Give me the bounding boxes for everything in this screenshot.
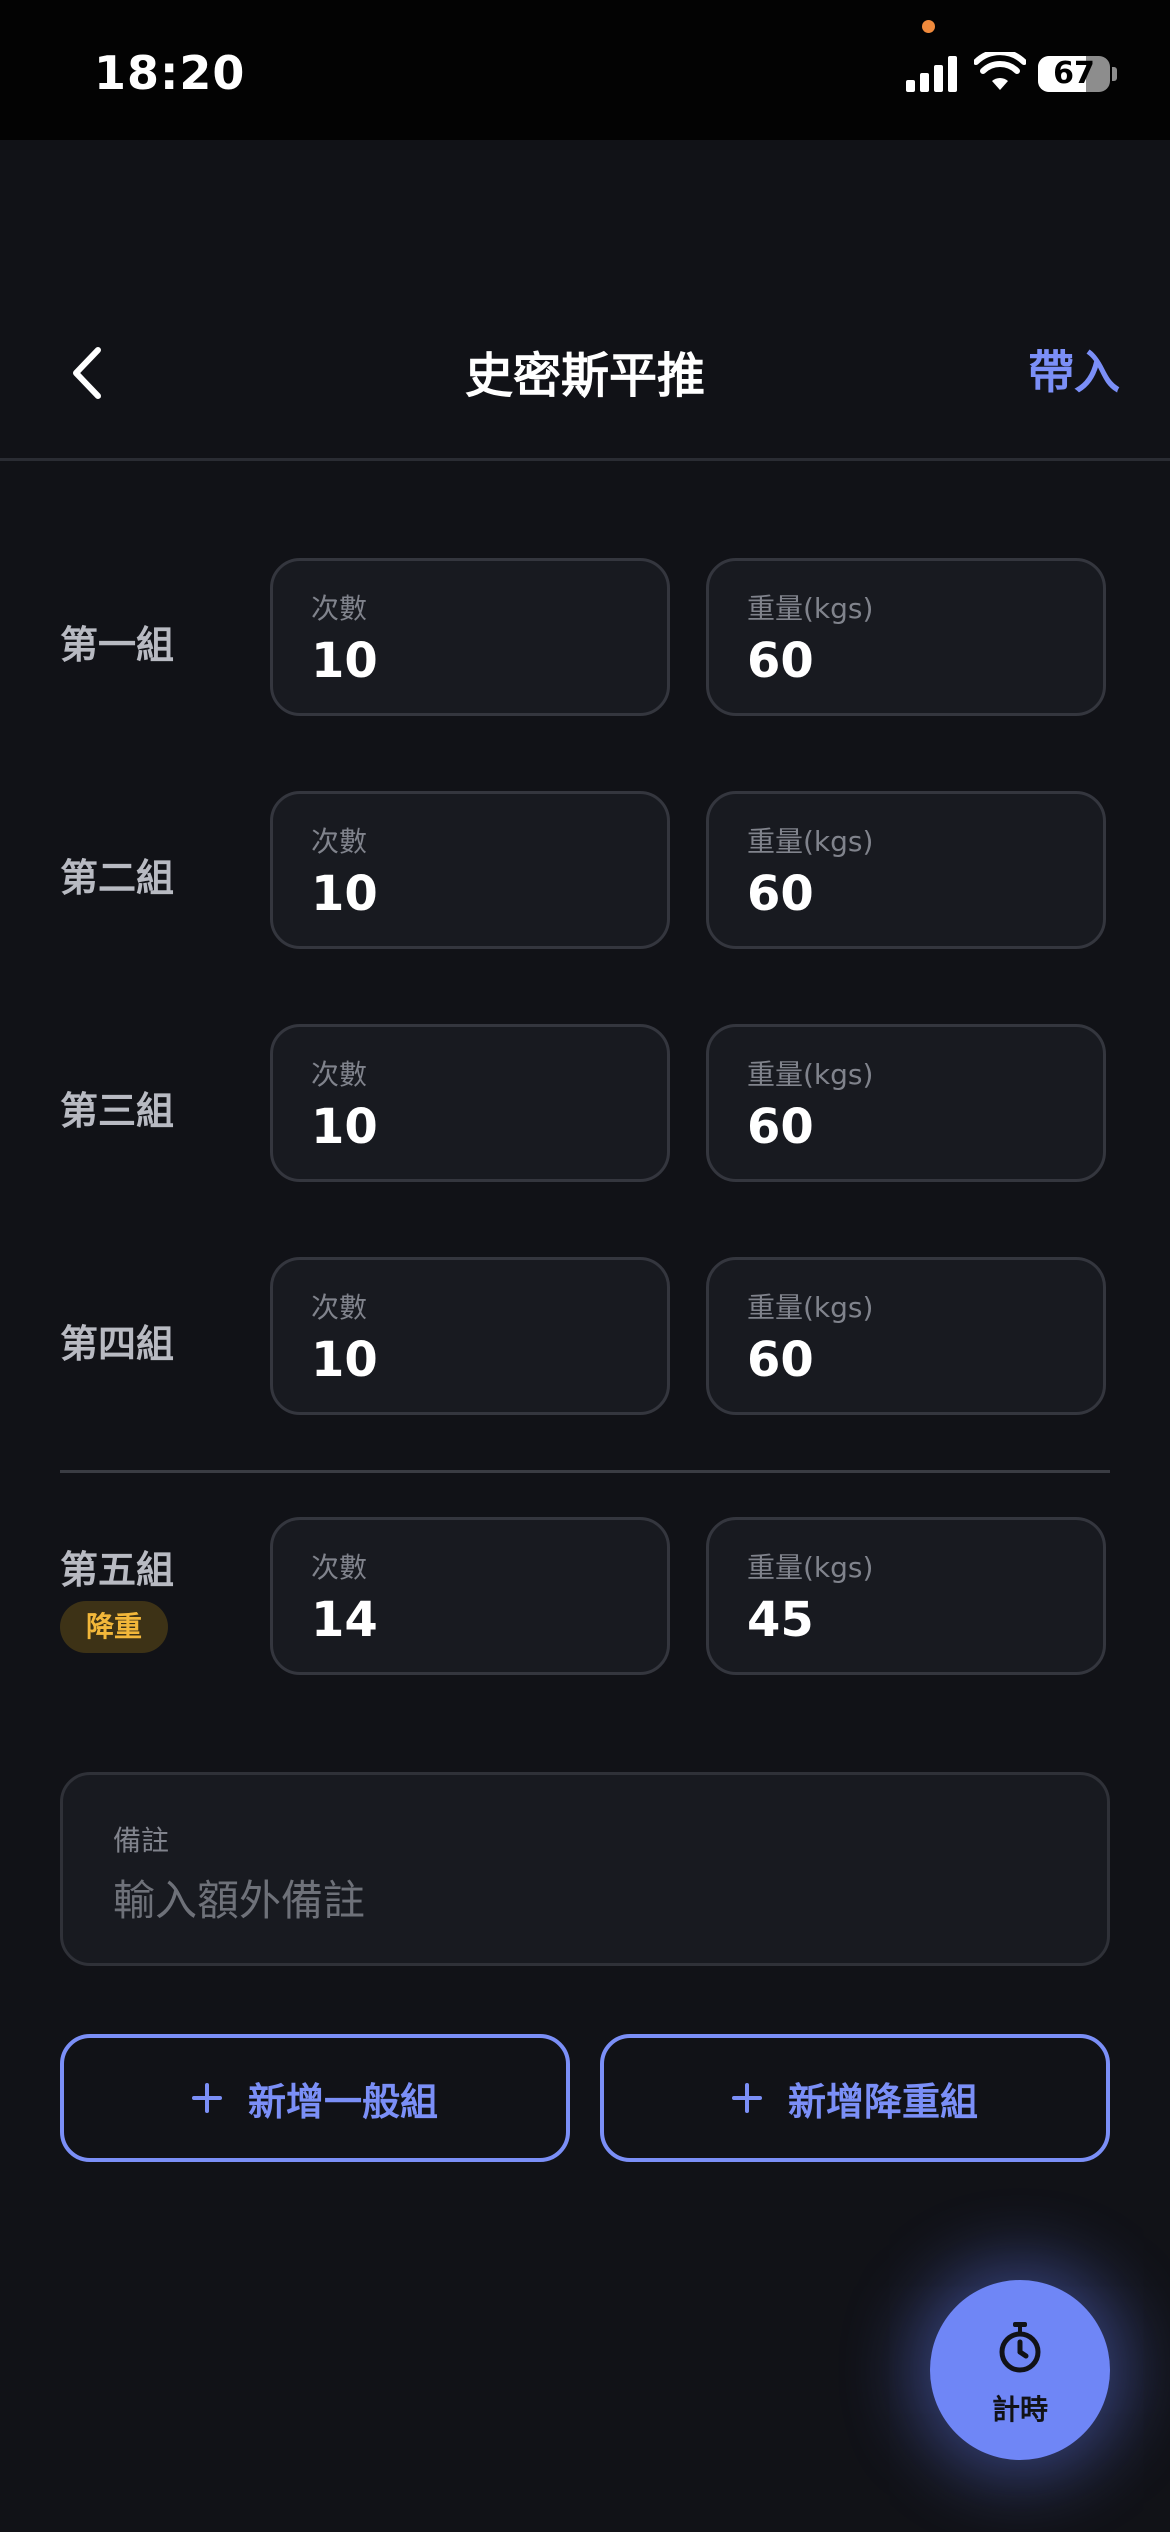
timer-label: 計時: [991, 2393, 1048, 2426]
weight-label: 重量(kgs): [747, 1551, 874, 1584]
timer-button[interactable]: 計時: [930, 2280, 1110, 2460]
add-drop-set-label: 新增降重組: [787, 2079, 978, 2124]
stopwatch-icon: [999, 2322, 1041, 2373]
status-time: 18:20: [94, 46, 246, 100]
set-label: 第二組: [60, 856, 175, 900]
plus-icon: [731, 2083, 762, 2113]
weight-label: 重量(kgs): [747, 1291, 874, 1324]
reps-field[interactable]: 次數 10: [270, 558, 670, 716]
reps-field[interactable]: 次數 10: [270, 791, 670, 949]
set-row: 第一組 次數 10 重量(kgs) 60: [0, 558, 1170, 720]
reps-label: 次數: [311, 592, 368, 625]
weight-field[interactable]: 重量(kgs) 60: [706, 558, 1106, 716]
reps-value: 10: [311, 1099, 378, 1155]
weight-label: 重量(kgs): [747, 592, 874, 625]
set-label: 第三組: [60, 1089, 175, 1133]
reps-label: 次數: [311, 1291, 368, 1324]
weight-value: 60: [747, 866, 814, 922]
weight-value: 60: [747, 1099, 814, 1155]
import-button[interactable]: 帶入: [1028, 336, 1120, 402]
reps-value: 10: [311, 1332, 378, 1388]
set-row: 第三組 次數 10 重量(kgs) 60: [0, 1024, 1170, 1186]
cellular-signal-icon: [906, 56, 958, 92]
set-label: 第五組: [60, 1548, 175, 1592]
nav-header: 史密斯平推 帶入: [0, 300, 1170, 460]
weight-value: 60: [747, 1332, 814, 1388]
set-label: 第一組: [60, 623, 175, 667]
reps-value: 10: [311, 866, 378, 922]
weight-field[interactable]: 重量(kgs) 60: [706, 1024, 1106, 1182]
notes-label: 備註: [113, 1824, 170, 1857]
weight-field[interactable]: 重量(kgs) 60: [706, 1257, 1106, 1415]
weight-value: 60: [747, 633, 814, 689]
add-normal-set-button[interactable]: 新增一般組: [60, 2034, 570, 2162]
weight-field[interactable]: 重量(kgs) 45: [706, 1517, 1106, 1675]
notes-placeholder: 輸入額外備註: [113, 1876, 366, 1925]
screen: 18:20 67 史密斯平推 帶入 第一組 次數 10 重量(kgs) 60 第…: [0, 0, 1170, 2532]
reps-field[interactable]: 次數 14: [270, 1517, 670, 1675]
weight-field[interactable]: 重量(kgs) 60: [706, 791, 1106, 949]
battery-icon: 67: [1038, 56, 1110, 92]
drop-set-badge: 降重: [60, 1601, 168, 1653]
reps-label: 次數: [311, 1551, 368, 1584]
set-row: 第二組 次數 10 重量(kgs) 60: [0, 791, 1170, 953]
set-row: 第四組 次數 10 重量(kgs) 60: [0, 1257, 1170, 1419]
weight-label: 重量(kgs): [747, 825, 874, 858]
weight-value: 45: [747, 1592, 814, 1648]
privacy-indicator-dot: [922, 20, 935, 33]
wifi-icon: [974, 52, 1026, 90]
plus-icon: [191, 2083, 222, 2113]
reps-label: 次數: [311, 825, 368, 858]
weight-label: 重量(kgs): [747, 1058, 874, 1091]
chevron-left-icon: [73, 347, 101, 399]
set-label: 第四組: [60, 1322, 175, 1366]
reps-field[interactable]: 次數 10: [270, 1257, 670, 1415]
reps-value: 10: [311, 633, 378, 689]
battery-nub: [1112, 67, 1117, 81]
battery-percentage: 67: [1053, 56, 1095, 91]
reps-value: 14: [311, 1592, 378, 1648]
status-bar: 18:20 67: [0, 0, 1170, 140]
drop-set-divider: [60, 1470, 1110, 1473]
page-title: 史密斯平推: [464, 348, 705, 404]
set-row: 第五組 降重 次數 14 重量(kgs) 45: [0, 1517, 1170, 1679]
add-normal-set-label: 新增一般組: [247, 2079, 438, 2124]
header-divider: [0, 458, 1170, 461]
add-drop-set-button[interactable]: 新增降重組: [600, 2034, 1110, 2162]
reps-field[interactable]: 次數 10: [270, 1024, 670, 1182]
notes-field[interactable]: 備註 輸入額外備註: [60, 1772, 1110, 1966]
back-button[interactable]: [58, 338, 118, 408]
reps-label: 次數: [311, 1058, 368, 1091]
